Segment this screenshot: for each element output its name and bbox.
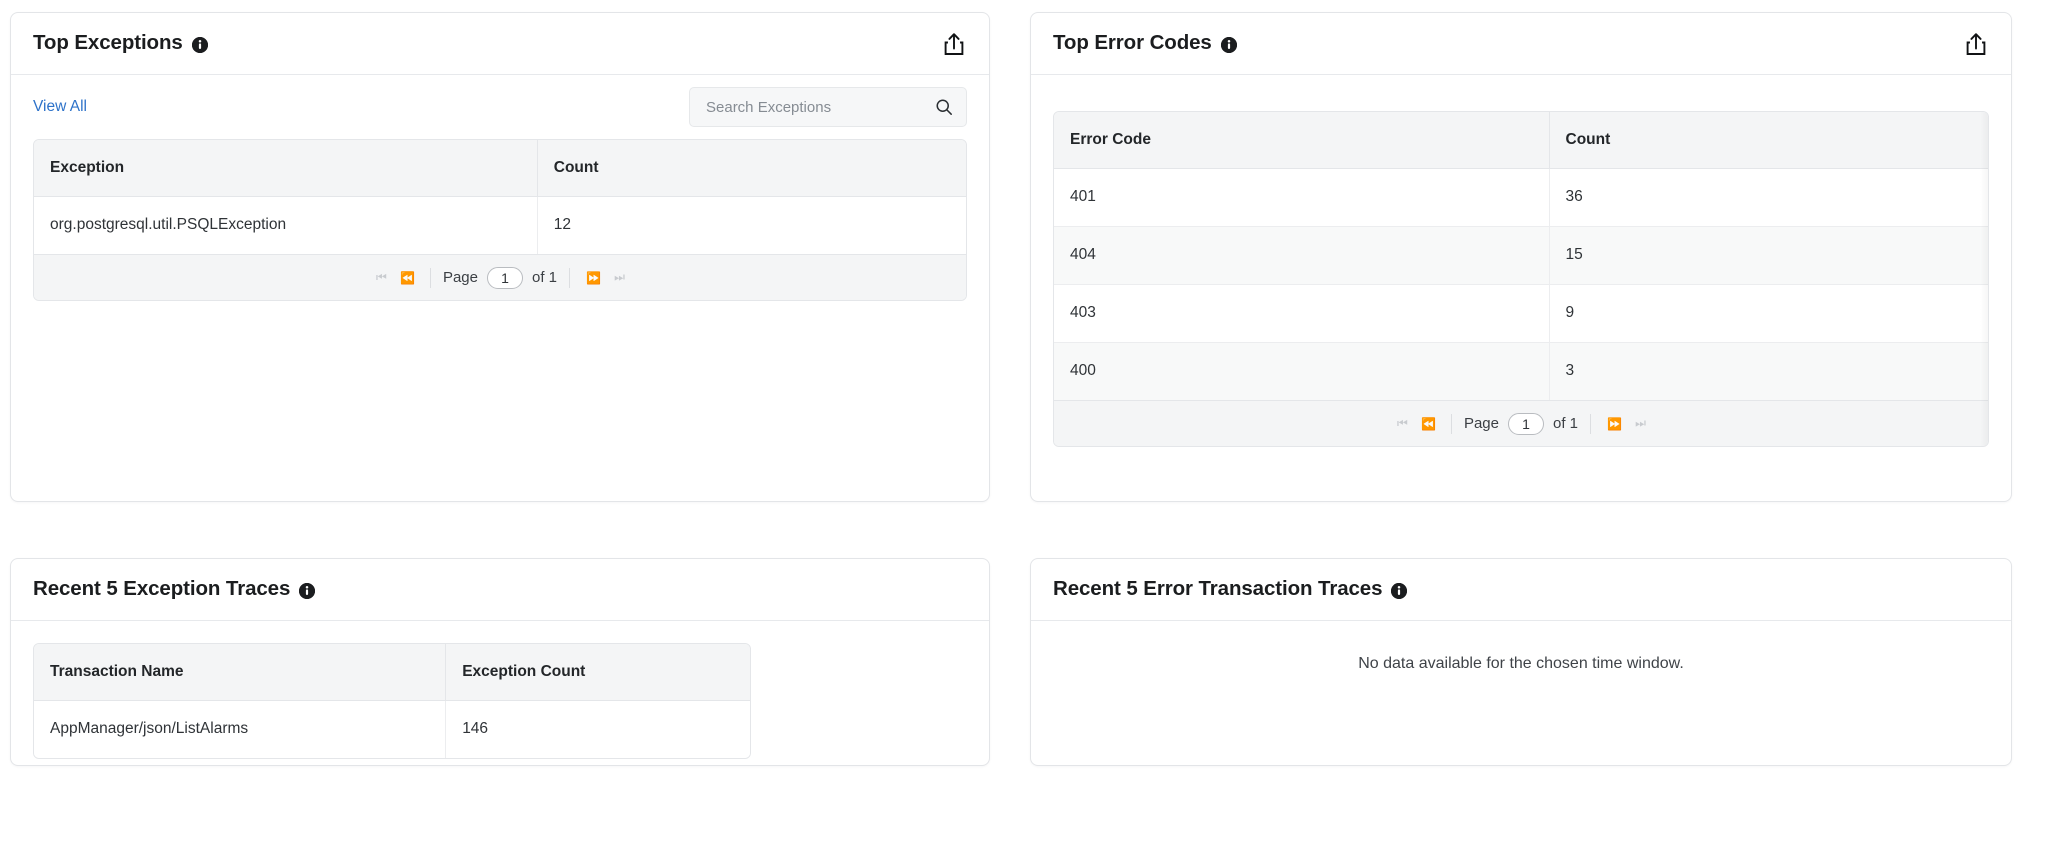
cell-error-code: 401 xyxy=(1054,168,1549,226)
page-title: Top Error Codes xyxy=(1053,33,1212,54)
panel-body-recent-exception-traces: Transaction Name Exception Count AppMana… xyxy=(11,621,989,759)
pagination-next-button[interactable]: ⏩ xyxy=(580,271,606,285)
panel-recent-exception-traces: Recent 5 Exception Traces Transaction xyxy=(10,558,990,766)
recent-exception-traces-table-wrap: Transaction Name Exception Count AppMana… xyxy=(33,643,751,759)
cell-exception-name: org.postgresql.util.PSQLException xyxy=(34,196,537,254)
pagination-page-input[interactable] xyxy=(1508,413,1544,435)
table-header-row: Transaction Name Exception Count xyxy=(34,644,750,700)
pagination-prev-button[interactable]: ⏪ xyxy=(1415,417,1441,431)
panel-recent-error-transaction-traces: Recent 5 Error Transaction Traces No dat… xyxy=(1030,558,2012,766)
cell-exception-count: 146 xyxy=(446,700,750,758)
search-input[interactable] xyxy=(704,98,929,117)
column-header-error-code[interactable]: Error Code xyxy=(1054,112,1549,168)
pagination-next-button[interactable]: ⏩ xyxy=(1601,417,1627,431)
panel-body-recent-error-transaction-traces: No data available for the chosen time wi… xyxy=(1031,621,2011,673)
panel-header-recent-error-transaction-traces: Recent 5 Error Transaction Traces xyxy=(1031,559,2011,621)
column-header-exception-count[interactable]: Exception Count xyxy=(446,644,750,700)
table-header-row: Error Code Count xyxy=(1054,112,1988,168)
pagination-top-exceptions: ⏮ ⏪ Page of 1 ⏩ ⏭ xyxy=(34,254,966,300)
share-export-icon[interactable] xyxy=(1963,31,1989,57)
pagination-last-button[interactable]: ⏭ xyxy=(1627,416,1653,431)
pagination-divider-right xyxy=(569,268,570,288)
dashboard-canvas: Top Exceptions View All xyxy=(0,0,2048,850)
panel-top-error-codes: Top Error Codes xyxy=(1030,12,2012,502)
pagination-divider-left xyxy=(430,268,431,288)
info-circle-icon[interactable] xyxy=(299,583,315,599)
table-row[interactable]: 400 3 xyxy=(1054,342,1988,400)
recent-exception-traces-table: Transaction Name Exception Count AppMana… xyxy=(34,644,750,758)
pagination-divider-left xyxy=(1451,414,1452,434)
panel-body-top-exceptions: View All Exception Count xyxy=(11,75,989,301)
cell-error-count: 15 xyxy=(1549,226,1988,284)
cell-error-code: 400 xyxy=(1054,342,1549,400)
cell-error-code: 403 xyxy=(1054,284,1549,342)
page-title: Recent 5 Error Transaction Traces xyxy=(1053,579,1382,600)
table-row[interactable]: 403 9 xyxy=(1054,284,1988,342)
pagination-top-error-codes: ⏮ ⏪ Page of 1 ⏩ ⏭ xyxy=(1054,400,1988,446)
cell-error-count: 3 xyxy=(1549,342,1988,400)
pagination-page-label: Page xyxy=(1462,415,1501,432)
pagination-page-label: Page xyxy=(441,269,480,286)
panel-header-top-error-codes: Top Error Codes xyxy=(1031,13,2011,75)
pagination-of-label: of 1 xyxy=(1551,415,1580,432)
top-error-codes-table: Error Code Count 401 36 404 15 xyxy=(1054,112,1988,400)
pagination-of-label: of 1 xyxy=(530,269,559,286)
table-row[interactable]: 404 15 xyxy=(1054,226,1988,284)
cell-transaction-name: AppManager/json/ListAlarms xyxy=(34,700,446,758)
pagination-first-button[interactable]: ⏮ xyxy=(368,270,394,285)
pagination-page-input[interactable] xyxy=(487,267,523,289)
panel-title-wrap: Recent 5 Error Transaction Traces xyxy=(1053,579,1407,600)
table-row[interactable]: AppManager/json/ListAlarms 146 xyxy=(34,700,750,758)
top-error-codes-table-wrap: Error Code Count 401 36 404 15 xyxy=(1053,111,1989,447)
pagination-divider-right xyxy=(1590,414,1591,434)
info-circle-icon[interactable] xyxy=(1221,37,1237,53)
column-header-transaction-name[interactable]: Transaction Name xyxy=(34,644,446,700)
column-header-count[interactable]: Count xyxy=(537,140,966,196)
column-header-exception[interactable]: Exception xyxy=(34,140,537,196)
info-circle-icon[interactable] xyxy=(192,37,208,53)
cell-error-code: 404 xyxy=(1054,226,1549,284)
top-exceptions-table-wrap: Exception Count org.postgresql.util.PSQL… xyxy=(33,139,967,301)
panel-body-top-error-codes: Error Code Count 401 36 404 15 xyxy=(1031,75,2011,447)
empty-state-message: No data available for the chosen time wi… xyxy=(1053,621,1989,673)
pagination-last-button[interactable]: ⏭ xyxy=(606,270,632,285)
panel-title-wrap: Top Error Codes xyxy=(1053,33,1237,54)
panel-header-top-exceptions: Top Exceptions xyxy=(11,13,989,75)
view-all-link[interactable]: View All xyxy=(33,99,87,115)
cell-error-count: 9 xyxy=(1549,284,1988,342)
panel-header-recent-exception-traces: Recent 5 Exception Traces xyxy=(11,559,989,621)
info-circle-icon[interactable] xyxy=(1391,583,1407,599)
column-header-count[interactable]: Count xyxy=(1549,112,1988,168)
search-exceptions-box[interactable] xyxy=(689,87,967,127)
table-row[interactable]: 401 36 xyxy=(1054,168,1988,226)
table-row[interactable]: org.postgresql.util.PSQLException 12 xyxy=(34,196,966,254)
panel-top-exceptions: Top Exceptions View All xyxy=(10,12,990,502)
page-title: Top Exceptions xyxy=(33,33,183,54)
table-header-row: Exception Count xyxy=(34,140,966,196)
search-icon[interactable] xyxy=(935,98,953,116)
exceptions-toolbar: View All xyxy=(33,75,967,139)
page-title: Recent 5 Exception Traces xyxy=(33,579,290,600)
pagination-first-button[interactable]: ⏮ xyxy=(1389,416,1415,431)
panel-title-wrap: Recent 5 Exception Traces xyxy=(33,579,315,600)
cell-exception-count: 12 xyxy=(537,196,966,254)
pagination-prev-button[interactable]: ⏪ xyxy=(394,271,420,285)
share-export-icon[interactable] xyxy=(941,31,967,57)
cell-error-count: 36 xyxy=(1549,168,1988,226)
panel-title-wrap: Top Exceptions xyxy=(33,33,208,54)
top-exceptions-table: Exception Count org.postgresql.util.PSQL… xyxy=(34,140,966,254)
